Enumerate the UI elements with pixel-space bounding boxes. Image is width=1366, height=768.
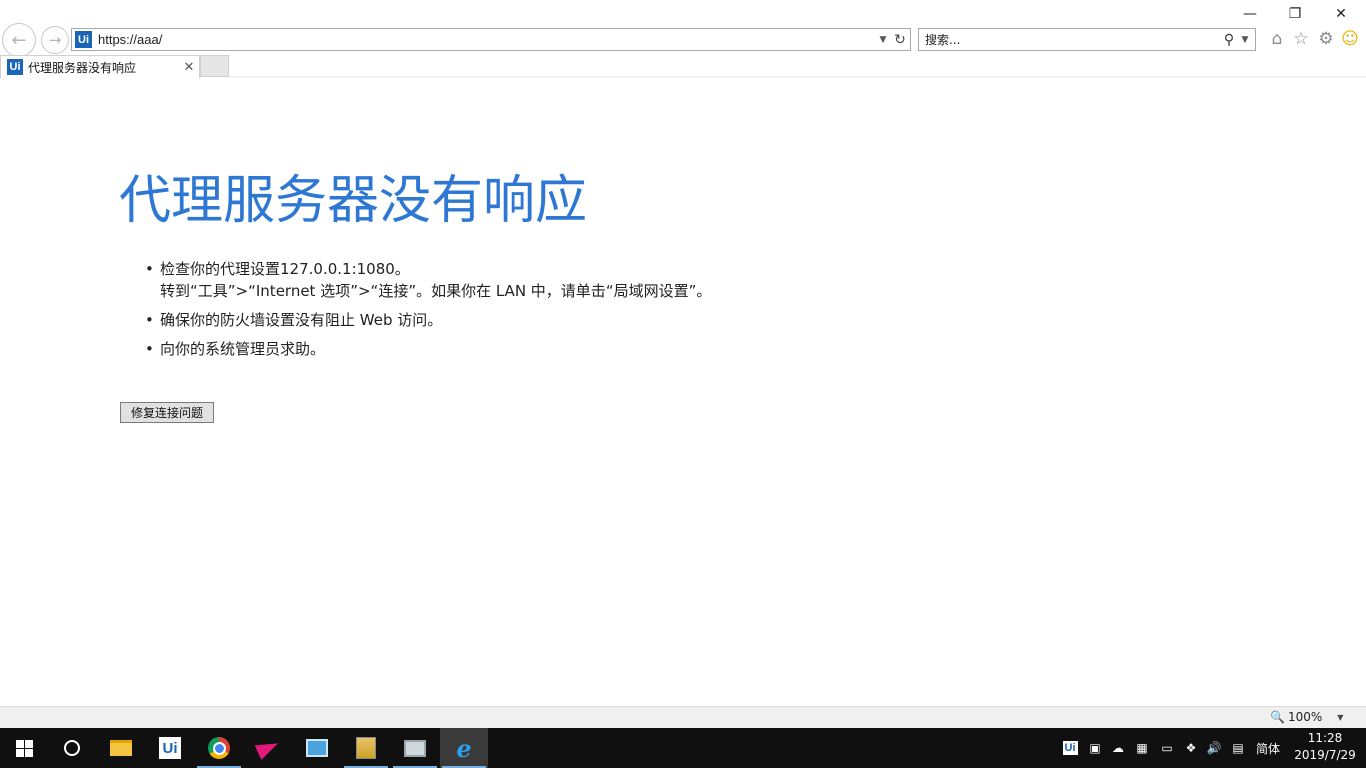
- server-icon: [356, 737, 376, 759]
- tray-cloud-icon[interactable]: ☁: [1108, 728, 1128, 768]
- windows-taskbar: Ui e Ui ▣ ☁ ▦ ▭ ❖ 🔊 ▤ 简体 11:28 2019/7/29: [0, 728, 1366, 768]
- zoom-level: 100%: [1287, 710, 1323, 724]
- minimize-button[interactable]: —: [1227, 0, 1273, 28]
- tray-uipath[interactable]: Ui: [1060, 728, 1080, 768]
- taskbar-file-explorer[interactable]: [97, 728, 145, 768]
- tray-wifi-icon[interactable]: ❖: [1181, 728, 1201, 768]
- clock-date: 2019/7/29: [1294, 748, 1356, 762]
- search-dropdown-icon[interactable]: ▼: [1238, 35, 1252, 45]
- ie-window: — ❐ ✕ ← → Ui https://aaa/ ▼ ↻ ⚲ ▼ ⌂ ☆ ⚙ …: [0, 0, 1366, 768]
- forward-button[interactable]: →: [41, 26, 69, 54]
- cortana-icon: [64, 740, 80, 756]
- status-bar: 🔍 100% ▼: [0, 706, 1366, 728]
- feedback-smiley-icon[interactable]: ☺: [1339, 28, 1361, 50]
- home-icon[interactable]: ⌂: [1266, 28, 1288, 50]
- tray-input-language[interactable]: 简体: [1252, 728, 1284, 768]
- uipath-tray-icon: Ui: [1062, 741, 1078, 755]
- close-window-button[interactable]: ✕: [1318, 0, 1364, 28]
- fix-connection-button[interactable]: 修复连接问题: [120, 402, 214, 423]
- tip-text: 转到“工具”>“Internet 选项”>“连接”。如果你在 LAN 中，请单击…: [160, 282, 712, 300]
- restore-button[interactable]: ❐: [1272, 0, 1318, 28]
- tip-text: 检查你的代理设置127.0.0.1:1080。: [160, 260, 410, 278]
- start-button[interactable]: [0, 728, 48, 768]
- tip-text: 向你的系统管理员求助。: [160, 340, 326, 358]
- zoom-dropdown-icon[interactable]: ▼: [1337, 713, 1343, 722]
- app-window-icon: [306, 739, 328, 757]
- clock-time: 11:28: [1307, 731, 1343, 745]
- taskbar-clock[interactable]: 11:28 2019/7/29: [1294, 730, 1356, 764]
- list-item: 向你的系统管理员求助。: [145, 338, 711, 360]
- list-item: 确保你的防火墙设置没有阻止 Web 访问。: [145, 309, 711, 331]
- tray-action-center-icon[interactable]: ▤: [1228, 728, 1248, 768]
- internet-explorer-icon: e: [456, 733, 472, 763]
- site-favicon-icon: Ui: [75, 31, 92, 48]
- troubleshooting-list: 检查你的代理设置127.0.0.1:1080。 转到“工具”>“Internet…: [145, 258, 711, 367]
- taskbar-send-app[interactable]: [244, 728, 292, 768]
- new-tab-button[interactable]: [200, 55, 229, 77]
- address-dropdown-icon[interactable]: ▼: [876, 35, 890, 45]
- address-text[interactable]: https://aaa/: [98, 32, 876, 47]
- uipath-icon: Ui: [159, 737, 181, 759]
- taskbar-chrome[interactable]: [195, 728, 243, 768]
- page-title: 代理服务器没有响应: [119, 171, 588, 231]
- send-arrow-icon: [254, 736, 282, 760]
- tip-text: 确保你的防火墙设置没有阻止 Web 访问。: [160, 311, 443, 329]
- browser-toolbar: — ❐ ✕ ← → Ui https://aaa/ ▼ ↻ ⚲ ▼ ⌂ ☆ ⚙ …: [0, 0, 1366, 78]
- chrome-icon: [208, 737, 230, 759]
- back-button[interactable]: ←: [2, 23, 36, 57]
- tray-volume-icon[interactable]: 🔊: [1204, 728, 1224, 768]
- gear-icon[interactable]: ⚙: [1315, 28, 1337, 50]
- tab-favicon-icon: Ui: [7, 59, 23, 75]
- taskbar-server[interactable]: [342, 728, 390, 768]
- tab-active[interactable]: Ui 代理服务器没有响应 ✕: [0, 55, 200, 78]
- arrow-left-icon: ←: [11, 29, 27, 51]
- tray-notes-icon[interactable]: ▣: [1086, 728, 1104, 768]
- tray-battery-icon[interactable]: ▭: [1156, 728, 1178, 768]
- cortana-button[interactable]: [48, 728, 96, 768]
- favorites-star-icon[interactable]: ☆: [1290, 28, 1312, 50]
- arrow-right-icon: →: [48, 31, 62, 49]
- windows-logo-icon: [15, 739, 33, 757]
- monitor-icon: [404, 739, 426, 757]
- taskbar-uipath[interactable]: Ui: [146, 728, 194, 768]
- zoom-icon: 🔍: [1270, 710, 1285, 724]
- address-bar[interactable]: Ui https://aaa/ ▼ ↻: [71, 28, 911, 51]
- tab-close-icon[interactable]: ✕: [179, 60, 199, 75]
- refresh-icon[interactable]: ↻: [890, 32, 910, 48]
- search-box[interactable]: ⚲ ▼: [918, 28, 1256, 51]
- folder-icon: [110, 740, 132, 756]
- taskbar-app-box[interactable]: [293, 728, 341, 768]
- taskbar-monitor[interactable]: [391, 728, 439, 768]
- page-content: 代理服务器没有响应 检查你的代理设置127.0.0.1:1080。 转到“工具”…: [0, 78, 1366, 706]
- list-item: 检查你的代理设置127.0.0.1:1080。 转到“工具”>“Internet…: [145, 258, 711, 302]
- taskbar-internet-explorer[interactable]: e: [440, 728, 488, 768]
- zoom-control[interactable]: 🔍 100% ▼: [1270, 710, 1343, 724]
- search-input[interactable]: [925, 32, 1220, 47]
- tray-ime-icon[interactable]: ▦: [1132, 728, 1152, 768]
- search-icon[interactable]: ⚲: [1220, 32, 1238, 48]
- tab-label: 代理服务器没有响应: [28, 60, 137, 75]
